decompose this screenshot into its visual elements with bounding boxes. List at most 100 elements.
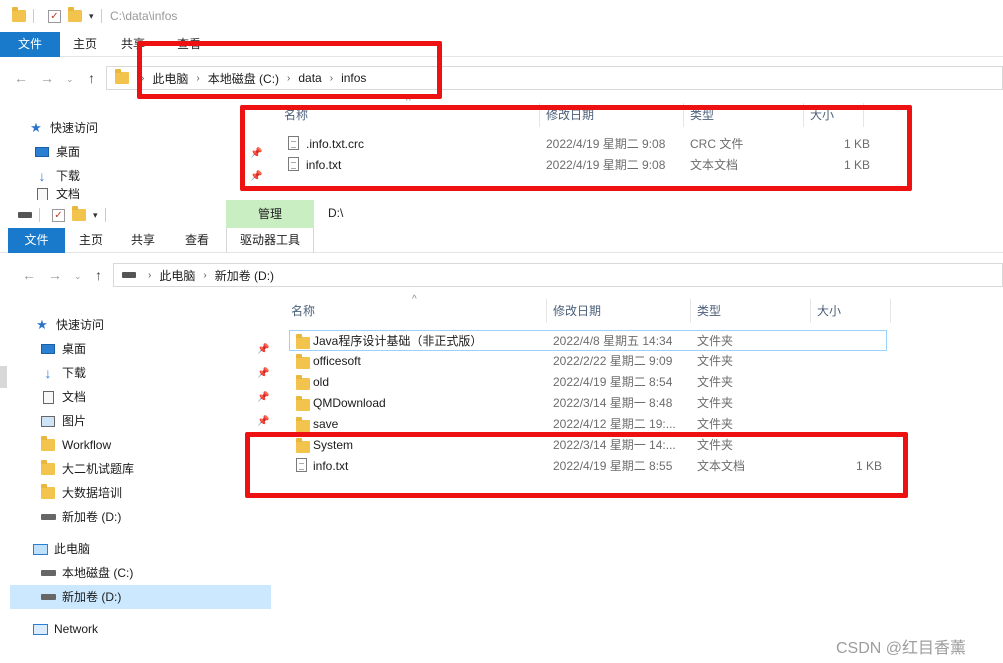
file-name: old <box>313 375 330 389</box>
customize-toolbar-icon[interactable]: ▾ <box>89 11 94 22</box>
sidebar-item-downloads[interactable]: ↓ 下载 <box>34 164 81 188</box>
scrollbar-thumb[interactable] <box>0 366 7 388</box>
file-date: 2022/3/14 星期一 8:48 <box>553 396 673 410</box>
sidebar-item-documents[interactable]: 文档 <box>40 385 86 409</box>
back-arrow-icon[interactable]: ← <box>22 267 36 283</box>
divider <box>33 9 41 23</box>
sidebar-item-workflow[interactable]: Workflow <box>40 433 111 457</box>
column-name[interactable]: 名称 <box>285 299 547 323</box>
drive-icon <box>40 594 56 600</box>
drive-icon <box>122 272 136 278</box>
pin-icon[interactable]: 📌 <box>257 368 269 379</box>
bottom-quick-access-toolbar: ✓ ▾ <box>18 206 118 222</box>
recent-locations-chevron-icon[interactable]: ⌄ <box>66 74 74 85</box>
file-type: 文件夹 <box>697 334 734 348</box>
sidebar-item-label: 桌面 <box>62 342 87 356</box>
tab-drive-tools[interactable]: 驱动器工具 <box>226 228 314 253</box>
star-icon: ★ <box>36 317 48 332</box>
sidebar-item-label: 本地磁盘 (C:) <box>62 566 134 580</box>
tab-home[interactable]: 主页 <box>62 32 108 57</box>
folder-icon <box>41 436 55 451</box>
file-type: 文件夹 <box>697 396 734 410</box>
column-size[interactable]: 大小 <box>811 299 891 323</box>
address-bar[interactable]: › 此电脑 › 新加卷 (D:) <box>113 263 1003 287</box>
sidebar-item-quick-access[interactable]: ★ 快速访问 <box>34 313 104 337</box>
file-name: Java程序设计基础（非正式版） <box>313 334 483 348</box>
sidebar-item-label: Network <box>54 622 99 636</box>
column-type[interactable]: 类型 <box>691 299 811 323</box>
table-row[interactable]: Java程序设计基础（非正式版） 2022/4/8 星期五 14:34 文件夹 <box>289 330 887 351</box>
folder-icon <box>115 69 129 84</box>
sidebar-item-documents[interactable]: 文档 <box>34 188 80 200</box>
tab-view[interactable]: 查看 <box>174 228 220 253</box>
sidebar-item-quick-access[interactable]: ★ 快速访问 <box>28 116 98 140</box>
file-date: 2022/4/8 星期五 14:34 <box>553 334 673 348</box>
up-arrow-icon[interactable]: ↑ <box>88 70 95 86</box>
back-arrow-icon[interactable]: ← <box>14 70 28 86</box>
new-folder-icon[interactable] <box>68 7 82 22</box>
file-date: 2022/2/22 星期二 9:09 <box>553 354 673 368</box>
computer-icon <box>32 543 48 555</box>
folder-icon[interactable] <box>12 7 26 22</box>
sidebar-item-label: Workflow <box>62 438 112 452</box>
window-title: C:\data\infos <box>110 9 178 23</box>
bottom-navigation-bar: ← → ⌄ ↑ › 此电脑 › 新加卷 (D:) <box>0 257 1003 293</box>
sidebar-item-desktop[interactable]: 桌面 <box>34 140 80 164</box>
download-arrow-icon: ↓ <box>44 365 52 381</box>
document-icon <box>42 390 54 404</box>
table-row[interactable]: old 2022/4/19 星期二 8:54 文件夹 <box>290 372 888 393</box>
sidebar-item-label: 下载 <box>56 169 81 183</box>
sidebar-item-label: 文档 <box>62 390 87 404</box>
sidebar-item-this-pc[interactable]: 此电脑 <box>32 537 90 561</box>
document-icon <box>36 188 48 200</box>
pin-icon[interactable]: 📌 <box>257 392 269 403</box>
sidebar-item-downloads[interactable]: ↓ 下载 <box>40 361 87 385</box>
divider <box>100 9 107 23</box>
new-folder-icon[interactable] <box>72 206 86 221</box>
file-date: 2022/4/19 星期二 8:54 <box>553 375 673 389</box>
tab-file[interactable]: 文件 <box>8 228 65 253</box>
tab-share[interactable]: 共享 <box>120 228 166 253</box>
sidebar-item-label: 文档 <box>56 188 81 200</box>
picture-icon <box>41 415 55 427</box>
pin-icon[interactable]: 📌 <box>257 416 269 427</box>
tab-home[interactable]: 主页 <box>68 228 114 253</box>
top-title-bar: ✓ ▾ C:\data\infos <box>0 0 1003 32</box>
sidebar-item-network[interactable]: Network <box>32 617 98 641</box>
sidebar-item-bigdata-training[interactable]: 大数据培训 <box>40 481 122 505</box>
sidebar-item-desktop[interactable]: 桌面 <box>40 337 86 361</box>
breadcrumb-this-pc[interactable]: 此电脑 <box>159 267 195 284</box>
watermark: CSDN @红目香薰 <box>836 640 967 657</box>
sidebar-item-exam-bank[interactable]: 大二机试题库 <box>40 457 134 481</box>
file-name: QMDownload <box>313 396 386 410</box>
tab-file[interactable]: 文件 <box>0 32 60 57</box>
forward-arrow-icon[interactable]: → <box>48 267 62 283</box>
download-arrow-icon: ↓ <box>38 168 46 184</box>
table-row[interactable]: officesoft 2022/2/22 星期二 9:09 文件夹 <box>290 351 888 372</box>
folder-icon <box>41 484 55 499</box>
properties-check-icon[interactable]: ✓ <box>48 9 61 23</box>
file-type: 文件夹 <box>697 354 734 368</box>
table-row[interactable]: QMDownload 2022/3/14 星期一 8:48 文件夹 <box>290 393 888 414</box>
divider <box>39 208 45 222</box>
breadcrumb-drive-d[interactable]: 新加卷 (D:) <box>215 267 274 284</box>
folder-icon <box>296 334 310 349</box>
sidebar-item-label: 新加卷 (D:) <box>62 510 122 524</box>
column-date-modified[interactable]: 修改日期 <box>547 299 691 323</box>
properties-check-icon[interactable]: ✓ <box>52 208 65 222</box>
sidebar-item-drive-d[interactable]: 新加卷 (D:) <box>10 585 271 609</box>
pin-icon[interactable]: 📌 <box>257 344 269 355</box>
chevron-right-icon[interactable]: › <box>203 270 206 281</box>
sidebar-item-drive-c[interactable]: 本地磁盘 (C:) <box>40 561 133 585</box>
sidebar-item-pictures[interactable]: 图片 <box>40 409 86 433</box>
sidebar-item-label: 图片 <box>62 414 87 428</box>
sidebar-item-drive-d-quick[interactable]: 新加卷 (D:) <box>40 505 121 529</box>
sidebar-item-label: 此电脑 <box>54 542 91 556</box>
recent-locations-chevron-icon[interactable]: ⌄ <box>74 271 82 282</box>
drive-icon[interactable] <box>18 212 32 218</box>
forward-arrow-icon[interactable]: → <box>40 70 54 86</box>
customize-toolbar-icon[interactable]: ▾ <box>93 210 98 221</box>
star-icon: ★ <box>30 120 42 135</box>
up-arrow-icon[interactable]: ↑ <box>95 267 102 283</box>
tab-manage[interactable]: 管理 <box>226 200 314 228</box>
